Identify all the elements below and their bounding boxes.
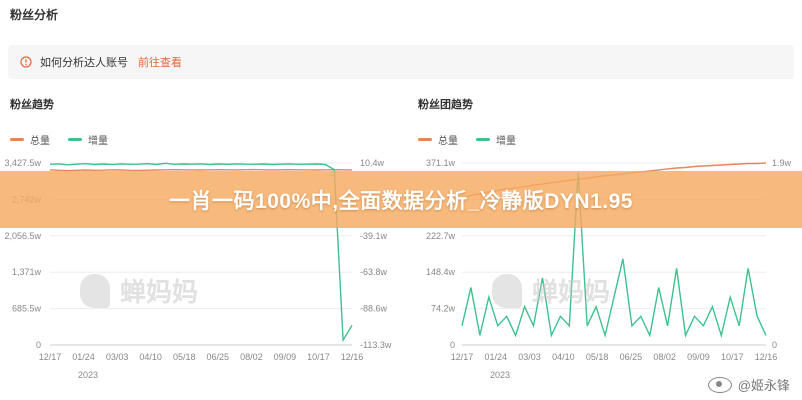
legend-swatch-increase (68, 138, 82, 141)
x-year-label: 2023 (490, 370, 510, 380)
corner-watermark: @姬永锋 (707, 375, 790, 394)
legend-item-total[interactable]: 总量 (10, 132, 50, 147)
y-left-tick-label: 2,056.5w (4, 231, 41, 241)
legend-label-total: 总量 (438, 136, 458, 147)
x-tick-label: 03/03 (518, 352, 541, 362)
legend-item-increase[interactable]: 增量 (68, 132, 108, 147)
x-tick-label: 08/02 (653, 352, 676, 362)
x-tick-label: 09/09 (274, 352, 297, 362)
notice-text: 如何分析达人账号 (40, 57, 128, 69)
legend-item-total[interactable]: 总量 (418, 132, 458, 147)
x-tick-label: 01/24 (72, 352, 95, 362)
fans-trend-legend: 总量 增量 (10, 132, 126, 147)
x-tick-label: 06/25 (620, 352, 643, 362)
x-tick-label: 12/16 (341, 352, 364, 362)
y-left-tick-label: 0 (36, 340, 41, 350)
info-icon (20, 56, 32, 68)
fan-group-trend-legend: 总量 增量 (418, 132, 534, 147)
fan-group-trend-title: 粉丝团趋势 (418, 99, 473, 111)
y-left-tick-label: 74.2w (431, 304, 456, 314)
brand-watermark: 蝉妈妈 (80, 272, 198, 309)
y-right-tick-label: -113.3w (360, 340, 392, 350)
legend-swatch-total (418, 138, 432, 141)
y-right-tick-label: 1.9w (772, 158, 792, 168)
x-tick-label: 04/10 (139, 352, 162, 362)
x-tick-label: 09/09 (687, 352, 710, 362)
legend-item-increase[interactable]: 增量 (476, 132, 516, 147)
x-tick-label: 12/16 (755, 352, 778, 362)
y-right-tick-label: 10.4w (360, 158, 385, 168)
brand-logo-icon (492, 273, 522, 308)
x-tick-label: 10/17 (721, 352, 744, 362)
y-left-tick-label: 148.4w (426, 267, 456, 277)
legend-label-total: 总量 (30, 136, 50, 147)
overlay-banner: 一肖一码100%中,全面数据分析_冷静版DYN1.95 (0, 171, 802, 228)
x-tick-label: 05/18 (586, 352, 609, 362)
corner-watermark-text: @姬永锋 (737, 378, 790, 393)
help-notice-bar: 如何分析达人账号 前往查看 (8, 45, 794, 79)
x-tick-label: 03/03 (106, 352, 129, 362)
x-tick-label: 10/17 (307, 352, 330, 362)
page-title: 粉丝分析 (10, 8, 59, 22)
x-tick-label: 12/17 (39, 352, 62, 362)
y-left-tick-label: 0 (450, 340, 455, 350)
y-right-tick-label: 0 (772, 340, 777, 350)
brand-watermark-text: 蝉妈妈 (532, 277, 611, 307)
legend-label-increase: 增量 (88, 136, 108, 147)
y-right-tick-label: -63.8w (360, 267, 388, 277)
y-left-tick-label: 685.5w (12, 304, 42, 314)
x-year-label: 2023 (78, 370, 98, 380)
x-tick-label: 04/10 (552, 352, 575, 362)
y-left-tick-label: 371.1w (426, 158, 456, 168)
y-right-tick-label: -39.1w (360, 231, 388, 241)
y-left-tick-label: 222.7w (426, 231, 456, 241)
eye-icon (707, 376, 732, 393)
y-left-tick-label: 3,427.5w (4, 158, 41, 168)
y-left-tick-label: 1,371w (12, 267, 42, 277)
x-tick-label: 12/17 (451, 352, 474, 362)
go-view-link[interactable]: 前往查看 (138, 54, 182, 70)
brand-logo-icon (80, 273, 110, 308)
x-tick-label: 05/18 (173, 352, 196, 362)
brand-watermark-text: 蝉妈妈 (120, 277, 199, 307)
x-tick-label: 01/24 (485, 352, 508, 362)
x-tick-label: 08/02 (240, 352, 263, 362)
legend-swatch-total (10, 138, 24, 141)
overlay-banner-text: 一肖一码100%中,全面数据分析_冷静版DYN1.95 (169, 189, 633, 213)
fans-trend-title: 粉丝趋势 (10, 99, 54, 111)
y-right-tick-label: -88.6w (360, 304, 388, 314)
brand-watermark: 蝉妈妈 (492, 272, 610, 309)
legend-swatch-increase (476, 138, 490, 141)
legend-label-increase: 增量 (496, 136, 516, 147)
x-tick-label: 06/25 (207, 352, 230, 362)
